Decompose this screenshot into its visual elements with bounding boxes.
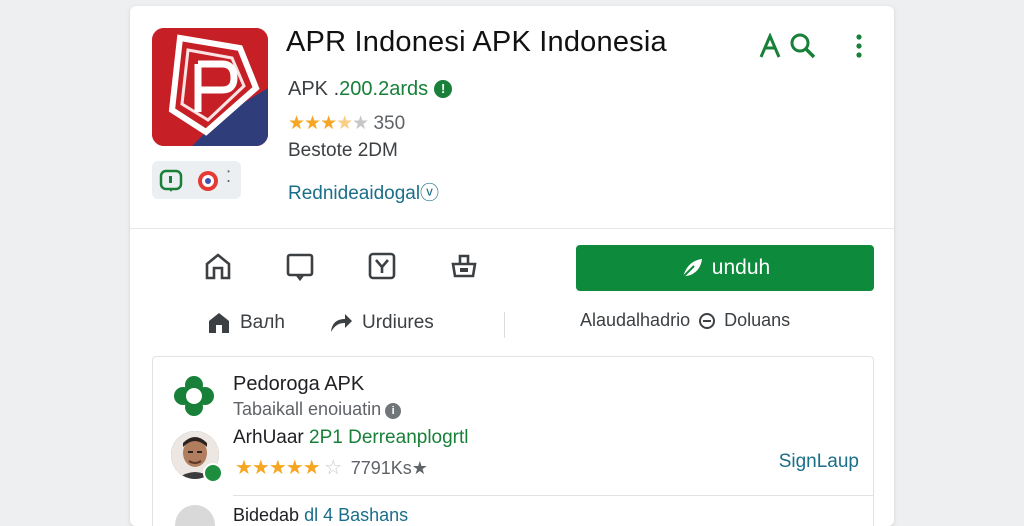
badge-more-icon[interactable]: ⁚ [226,167,231,187]
signup-link[interactable]: SignLaup [779,451,859,473]
avatar[interactable] [175,505,215,526]
share-box-icon[interactable] [366,250,402,286]
reviewer-name: ArhUaar [233,427,304,448]
online-badge-icon [203,463,223,483]
leaf-icon [682,259,702,278]
chat-badge-icon[interactable] [159,169,183,198]
badge-tray: ⁚ [152,161,241,199]
panel-title: Pedoroga APK [233,373,365,395]
rating-stars: ★★★★★ [288,113,369,134]
review-count-suffix: Ks★ [390,458,428,478]
apk-version-line: APK .200.2ards! [288,78,453,101]
basket-icon[interactable] [448,250,484,286]
updates-label: Urdiures [362,312,434,333]
install-button[interactable]: unduh [576,245,874,291]
review-count: 7791 [350,458,391,478]
home-icon[interactable] [202,250,238,286]
rating-line: ★★★★★ 350 [288,112,405,135]
reviewer-meta: 2P1 Derreanplogrtl [309,427,469,448]
apk-version: 200.2ards [339,78,429,100]
tablet-icon[interactable] [284,250,320,286]
info-icon[interactable]: ! [434,80,453,98]
panel-subtitle-line: Tabaikall enoiuatin i [233,399,402,420]
next-reviewer-name: Bidedab [233,505,300,525]
panel-subtitle: Tabaikall enoiuatin [233,399,382,419]
updates-action[interactable]: Urdiures [328,310,434,336]
back-label: Baлh [240,312,285,333]
home-small-icon [209,313,229,333]
forward-arrow-icon [331,314,352,332]
back-action[interactable]: Baлh [206,310,285,336]
section-divider [130,228,894,229]
reviewer-line: ArhUaar 2P1 Derreanplogrtl [233,427,469,449]
shield-badge-icon[interactable] [196,169,220,198]
app-detail-card: ⁚ APR Indonesi APK Indonesia APK .200.2a… [130,6,894,526]
install-label: unduh [711,256,771,279]
size-text: Bestote 2DM [288,140,398,161]
rating-count: 350 [373,113,406,134]
about-label: Alaudalhadrio [580,310,691,330]
panel-divider [233,495,873,496]
next-review-line: Bidedab dl 4 Bashans [233,505,408,526]
info-small-icon[interactable]: i [385,403,402,419]
next-reviewer-meta: dl 4 Bashans [304,505,409,525]
app-title: APR Indonesi APK Indonesia [286,26,667,58]
info-panel: Pedoroga APK Tabaikall enoiuatin i ArhUaa… [152,356,874,526]
apk-prefix: APK . [288,78,340,100]
download-circle-icon [699,312,716,329]
search-icon[interactable] [790,33,816,64]
review-rating: ★★★★★ ☆ 7791Ks★ [235,455,428,480]
app-logo-icon[interactable] [152,28,268,146]
developer-link[interactable]: Rednideaidogalⓥ [288,178,439,205]
review-stars: ★★★★★ ☆ [235,457,342,479]
action-separator [504,312,505,338]
translate-icon[interactable] [758,32,782,64]
download-label: Doluans [724,310,791,330]
more-vert-icon[interactable] [854,33,864,64]
flower-icon [173,375,215,422]
about-action[interactable]: Alaudalhadrio Doluans [580,310,790,331]
